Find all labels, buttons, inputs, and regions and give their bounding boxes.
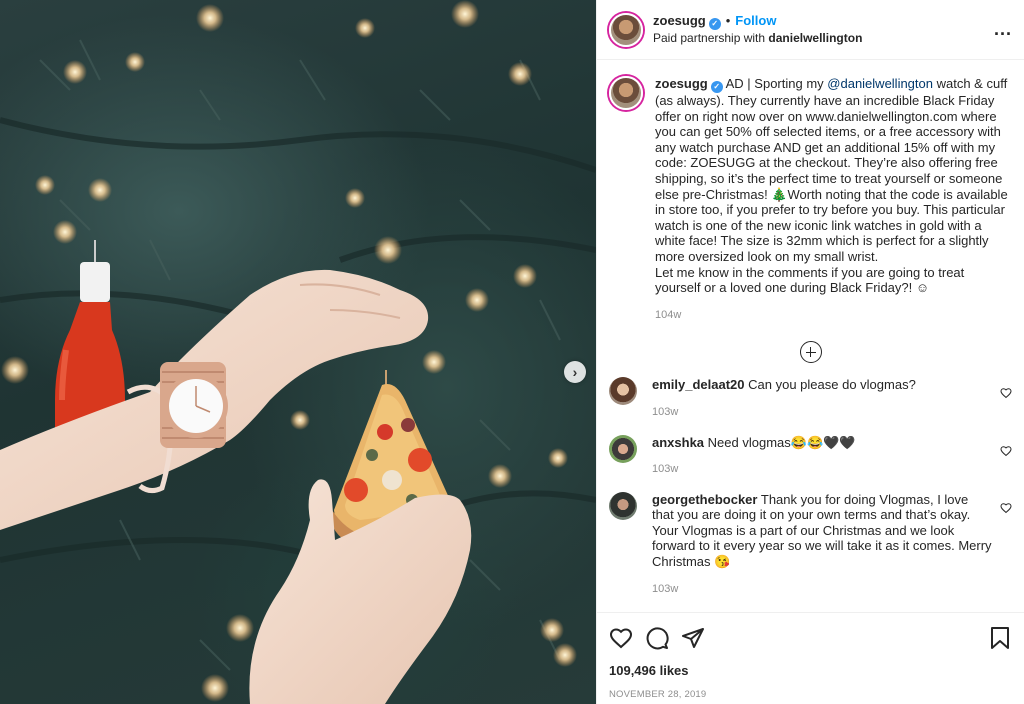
commenter-username[interactable]: georgethebocker [652,492,757,507]
caption-text-end: Let me know in the comments if you are g… [655,264,965,296]
photo-illustration [0,0,596,704]
comment: emily_delaat20 Can you please do vlogmas… [609,377,1012,420]
caption-text: AD | Sporting my [725,76,828,91]
save-bookmark-icon[interactable] [988,626,1012,650]
like-comment-heart-icon[interactable] [1000,502,1012,514]
post-date[interactable]: NOVEMBER 28, 2019 [609,689,1012,700]
plus-circle-icon [799,341,822,364]
like-comment-heart-icon[interactable] [1000,387,1012,399]
post-caption: zoesugg ✓ AD | Sporting my @danielwelling… [609,76,1012,323]
like-comment-heart-icon[interactable] [1000,445,1012,457]
commenter-avatar[interactable] [609,434,637,463]
like-heart-icon[interactable] [609,626,633,650]
comment-text: Need vlogmas😂😂🖤🖤 [707,434,856,450]
commenter-username[interactable]: emily_delaat20 [652,377,745,392]
author-username[interactable]: zoesugg [653,13,706,28]
caption-timestamp[interactable]: 104w [655,308,1012,324]
comment-timestamp[interactable]: 103w [652,405,992,421]
mention-link[interactable]: @danielwellington [827,76,933,91]
commenter-avatar[interactable] [609,377,637,406]
commenter-avatar[interactable] [609,491,637,520]
next-photo-button[interactable]: › [564,361,586,383]
avatar[interactable] [609,12,643,47]
paid-partnership-label: Paid partnership with danielwellington [653,31,863,45]
comment-text: Can you please do vlogmas? [748,377,916,393]
more-options-icon[interactable]: ... [994,19,1012,40]
separator-dot: • [725,13,731,28]
commenter-username[interactable]: anxshka [652,435,704,450]
caption-username[interactable]: zoesugg [655,76,708,91]
comment: georgethebocker Thank you for doing Vlog… [609,491,1012,598]
comment-bubble-icon[interactable] [645,626,669,650]
comment-timestamp[interactable]: 103w [652,582,992,598]
verified-badge-icon: ✓ [708,18,721,30]
partner-link[interactable]: danielwellington [768,31,862,45]
ketchup-ornament [55,240,125,430]
post-side-panel: zoesugg ✓ • Follow Paid partnership with da… [596,0,1024,704]
post-view: › zoesugg ✓ • Follow Paid partnership with … [0,0,1024,704]
caption-avatar[interactable] [609,76,643,110]
chevron-right-icon: › [572,364,578,380]
share-paper-plane-icon[interactable] [681,626,705,650]
follow-button[interactable]: Follow [735,13,776,28]
comment-timestamp[interactable]: 103w [652,462,992,478]
post-photo[interactable]: › [0,0,596,704]
post-header: zoesugg ✓ • Follow Paid partnership with da… [597,0,1024,60]
caption-text-cont: watch & cuff (as always). They currently… [655,76,1008,264]
comment: anxshka Need vlogmas😂😂🖤🖤 103w [609,434,1012,478]
comments-scroll[interactable]: zoesugg ✓ AD | Sporting my @danielwelling… [597,60,1024,612]
post-actions: 109,496 likes NOVEMBER 28, 2019 [597,612,1024,704]
load-more-comments[interactable] [609,341,1012,364]
verified-badge-icon: ✓ [710,81,723,93]
likes-count[interactable]: 109,496 likes [609,663,1012,678]
